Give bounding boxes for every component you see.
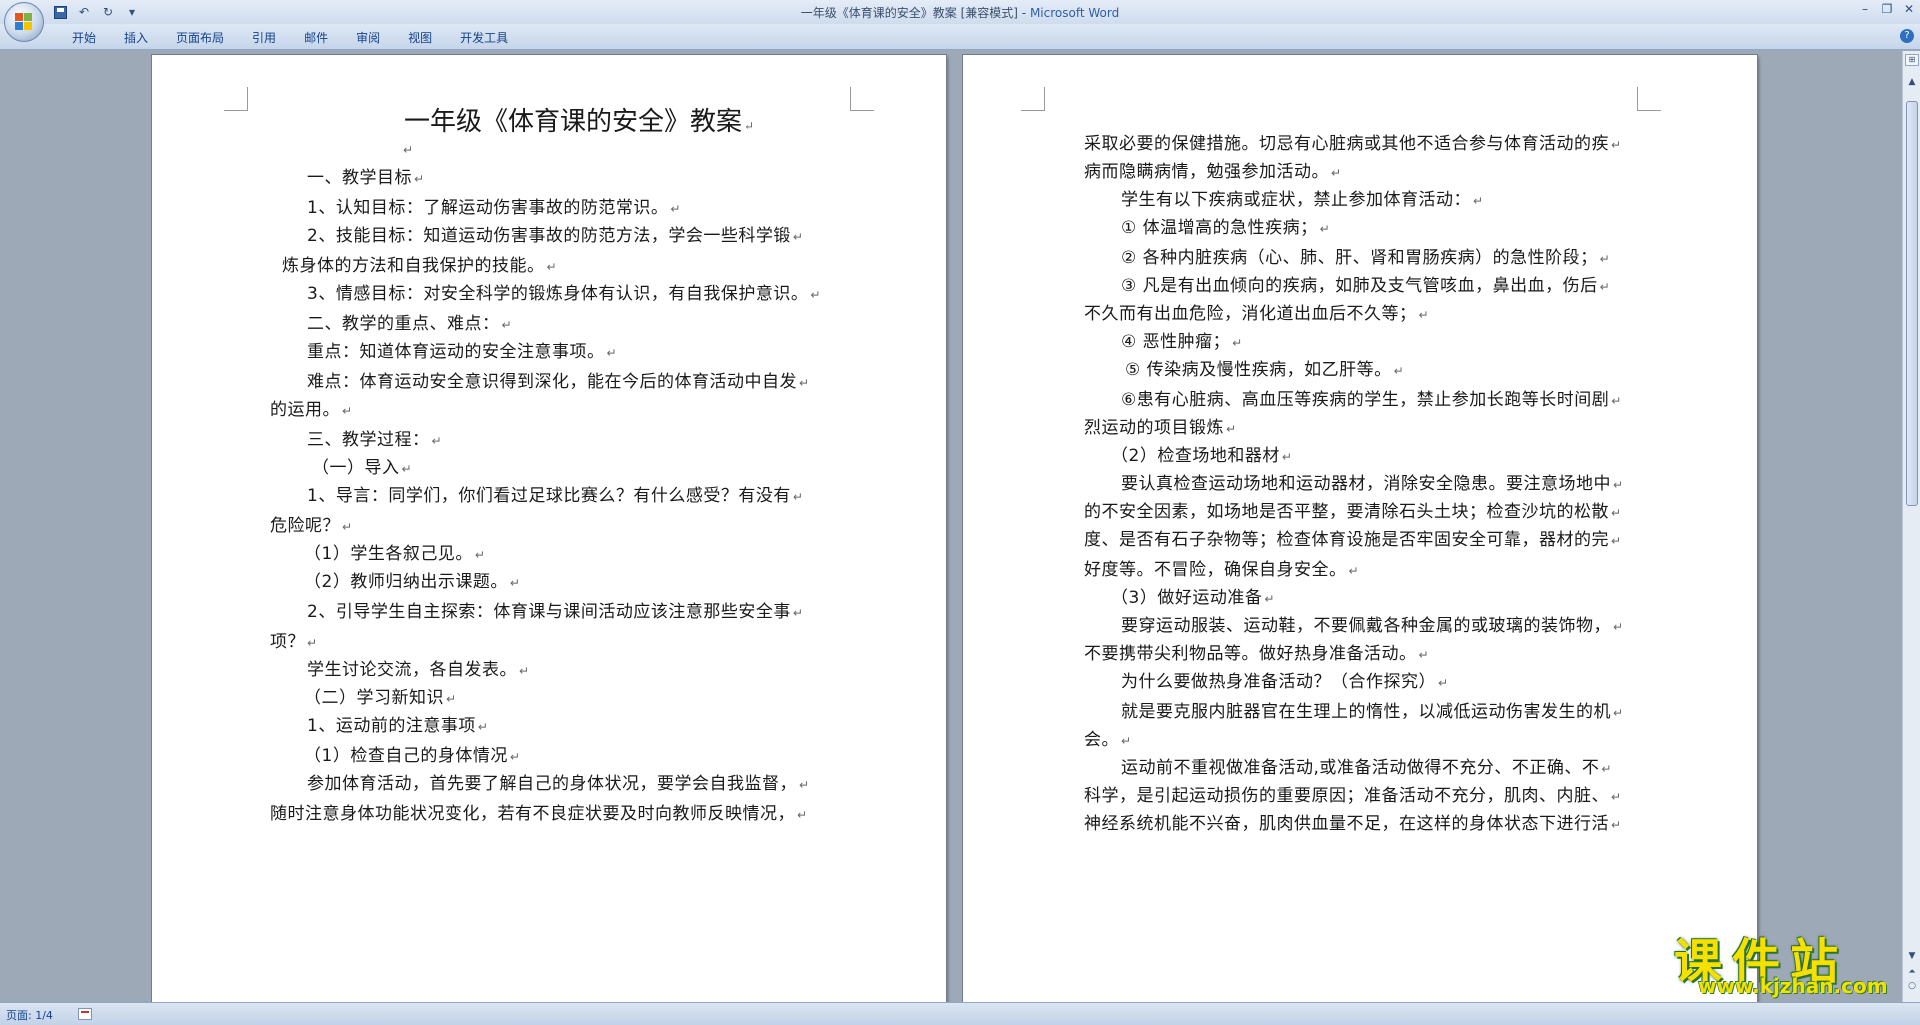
paragraph-line: （2）教师归纳出示课题。 ↵ [304, 572, 521, 592]
paragraph-line: 3、情感目标：对安全科学的锻炼身体有认识，有自我保护意识。 ↵ [307, 284, 821, 304]
paragraph-line: ⑥患有心脏病、高血压等疾病的学生，禁止参加长跑等长时间剧 ↵ [1121, 390, 1622, 410]
window-controls: – ❐ ✕ [1858, 2, 1916, 16]
title-bar: ↶ ↻ ▾ 一年级《体育课的安全》教案 [兼容模式] - Microsoft W… [0, 0, 1920, 24]
paragraph-line: 1、运动前的注意事项 ↵ [307, 716, 489, 736]
paragraph-line: 为什么要做热身准备活动？（合作探究） ↵ [1121, 672, 1449, 692]
ribbon: 开始 插入 页面布局 引用 邮件 审阅 视图 开发工具 ? [0, 24, 1920, 50]
close-button[interactable]: ✕ [1902, 2, 1916, 16]
tab-home[interactable]: 开始 [58, 29, 110, 46]
scroll-down-button[interactable]: ▼ [1905, 949, 1919, 963]
paragraph-line: ② 各种内脏疾病（心、肺、肝、肾和胃肠疾病）的急性阶段； ↵ [1121, 248, 1611, 268]
browse-object-button[interactable]: ○ [1905, 979, 1919, 993]
paragraph-line: （一）导入 ↵ [312, 458, 413, 478]
paragraph-line: 好度等。不冒险，确保自身安全。 ↵ [1084, 560, 1360, 580]
tab-review[interactable]: 审阅 [342, 29, 394, 46]
office-button[interactable] [4, 2, 44, 42]
title-separator: - [1017, 6, 1030, 20]
paragraph-line: 神经系统机能不兴奋，肌肉供血量不足，在这样的身体状态下进行活 ↵ [1084, 814, 1622, 834]
office-logo-icon [15, 13, 33, 31]
paragraph-line: 2、技能目标：知道运动伤害事故的防范方法，学会一些科学锻 ↵ [307, 226, 804, 246]
vertical-scrollbar[interactable]: ⊞ ▲ ▼ ⏶ ○ [1902, 51, 1920, 1002]
page-1[interactable]: 一年级《体育课的安全》教案 ↵ ↵ 一、教学目标 ↵ 1、认知目标：了解运动伤害事故的防… [152, 55, 946, 1002]
paragraph-line: 科学，是引起运动损伤的重要原因；准备活动不充分，肌肉、内脏、 ↵ [1084, 786, 1622, 806]
minimize-button[interactable]: – [1858, 2, 1872, 16]
paragraph-line: 的不安全因素，如场地是否平整，要清除石头土块；检查沙坑的松散 ↵ [1084, 502, 1622, 522]
page-2[interactable]: 采取必要的保健措施。切忌有心脏病或其他不适合参与体育活动的疾 ↵ 病而隐瞒病情，勉强… [963, 55, 1757, 1002]
paragraph-line: 要穿运动服装、运动鞋，不要佩戴各种金属的或玻璃的装饰物， ↵ [1121, 616, 1624, 636]
margin-mark [224, 87, 248, 111]
paragraph-line: 危险呢？ ↵ [270, 516, 353, 536]
paragraph-line: 炼身体的方法和自我保护的技能。 ↵ [282, 256, 558, 276]
paragraph-line: 病而隐瞒病情，勉强参加活动。 ↵ [1084, 162, 1342, 182]
paragraph-line: 度、是否有石子杂物等；检查体育设施是否牢固安全可靠，器材的完 ↵ [1084, 530, 1622, 550]
tab-insert[interactable]: 插入 [110, 29, 162, 46]
previous-page-button[interactable]: ⏶ [1905, 965, 1919, 979]
paragraph-line: 1、导言：同学们，你们看过足球比赛么？有什么感受？有没有 ↵ [307, 486, 804, 506]
view-ruler-button[interactable]: ⊞ [1905, 54, 1919, 66]
document-name: 一年级《体育课的安全》教案 [兼容模式] [800, 6, 1018, 20]
paragraph-line: （二）学习新知识 ↵ [304, 688, 457, 708]
paragraph-line: 随时注意身体功能状况变化，若有不良症状要及时向教师反映情况， ↵ [270, 804, 808, 824]
paragraph-line: 三、教学过程： ↵ [307, 430, 443, 450]
watermark-url: www.kjzhan.com [1698, 974, 1888, 998]
paragraph-line: ④ 恶性肿瘤； ↵ [1121, 332, 1243, 352]
margin-mark [1637, 87, 1661, 111]
paragraph-line: 一、教学目标 ↵ [307, 168, 425, 188]
paragraph-line: ↵ [403, 143, 414, 157]
scroll-up-button[interactable]: ▲ [1905, 75, 1919, 89]
tab-references[interactable]: 引用 [238, 29, 290, 46]
paragraph-line: ① 体温增高的急性疾病； ↵ [1121, 218, 1331, 238]
paragraph-line: 难点：体育运动安全意识得到深化，能在今后的体育活动中自发 ↵ [307, 372, 810, 392]
document-title: 一年级《体育课的安全》教案 ↵ [404, 107, 755, 137]
help-icon[interactable]: ? [1900, 29, 1914, 43]
proofing-icon[interactable] [78, 1008, 92, 1020]
paragraph-line: （3）做好运动准备 ↵ [1111, 588, 1275, 608]
paragraph-line: 项？ ↵ [270, 632, 318, 652]
restore-button[interactable]: ❐ [1880, 2, 1894, 16]
paragraph-line: 2、引导学生自主探索：体育课与课间活动应该注意那些安全事 ↵ [307, 602, 804, 622]
app-name: Microsoft Word [1029, 6, 1120, 20]
document-workspace[interactable]: 一年级《体育课的安全》教案 ↵ ↵ 一、教学目标 ↵ 1、认知目标：了解运动伤害事故的防… [0, 51, 1902, 1002]
paragraph-line: 学生有以下疾病或症状，禁止参加体育活动： ↵ [1121, 190, 1484, 210]
tab-developer[interactable]: 开发工具 [446, 29, 522, 46]
paragraph-line: 运动前不重视做准备活动,或准备活动做得不充分、不正确、不 ↵ [1121, 758, 1612, 778]
scrollbar-thumb[interactable] [1906, 101, 1918, 506]
page-count[interactable]: 页面: 1/4 [6, 1007, 53, 1023]
ribbon-tabs: 开始 插入 页面布局 引用 邮件 审阅 视图 开发工具 [58, 29, 522, 46]
watermark-logo: 课件站 www.kjzhan.com [1668, 924, 1904, 1002]
window-title: 一年级《体育课的安全》教案 [兼容模式] - Microsoft Word [0, 4, 1920, 21]
paragraph-line: 参加体育活动，首先要了解自己的身体状况，要学会自我监督， ↵ [307, 774, 810, 794]
status-bar: 页面: 1/4 [0, 1002, 1920, 1025]
paragraph-line: （2）检查场地和器材 ↵ [1111, 446, 1293, 466]
paragraph-line: 会。 ↵ [1084, 730, 1132, 750]
margin-mark [1021, 87, 1045, 111]
paragraph-line: 二、教学的重点、难点： ↵ [307, 314, 513, 334]
paragraph-line: ③ 凡是有出血倾向的疾病，如肺及支气管咳血，鼻出血，伤后 ↵ [1121, 276, 1611, 296]
paragraph-line: ⑤ 传染病及慢性疾病，如乙肝等。 ↵ [1125, 360, 1405, 380]
paragraph-line: 就是要克服内脏器官在生理上的惰性，以减低运动伤害发生的机 ↵ [1121, 702, 1624, 722]
paragraph-line: 学生讨论交流，各自发表。 ↵ [307, 660, 530, 680]
paragraph-line: 1、认知目标：了解运动伤害事故的防范常识。 ↵ [307, 198, 681, 218]
paragraph-line: 不要携带尖利物品等。做好热身准备活动。 ↵ [1084, 644, 1430, 664]
tab-view[interactable]: 视图 [394, 29, 446, 46]
tab-page-layout[interactable]: 页面布局 [162, 29, 238, 46]
paragraph-line: （1）检查自己的身体情况 ↵ [304, 746, 521, 766]
tab-mailings[interactable]: 邮件 [290, 29, 342, 46]
paragraph-line: 烈运动的项目锻炼 ↵ [1084, 418, 1237, 438]
margin-mark [850, 87, 874, 111]
paragraph-line: 的运用。 ↵ [270, 400, 353, 420]
paragraph-line: 要认真检查运动场地和运动器材，消除安全隐患。要注意场地中 ↵ [1121, 474, 1624, 494]
paragraph-line: 不久而有出血危险，消化道出血后不久等； ↵ [1084, 304, 1430, 324]
paragraph-line: 重点：知道体育运动的安全注意事项。 ↵ [307, 342, 618, 362]
paragraph-line: 采取必要的保健措施。切忌有心脏病或其他不适合参与体育活动的疾 ↵ [1084, 134, 1622, 154]
paragraph-line: （1）学生各叙己见。 ↵ [304, 544, 486, 564]
